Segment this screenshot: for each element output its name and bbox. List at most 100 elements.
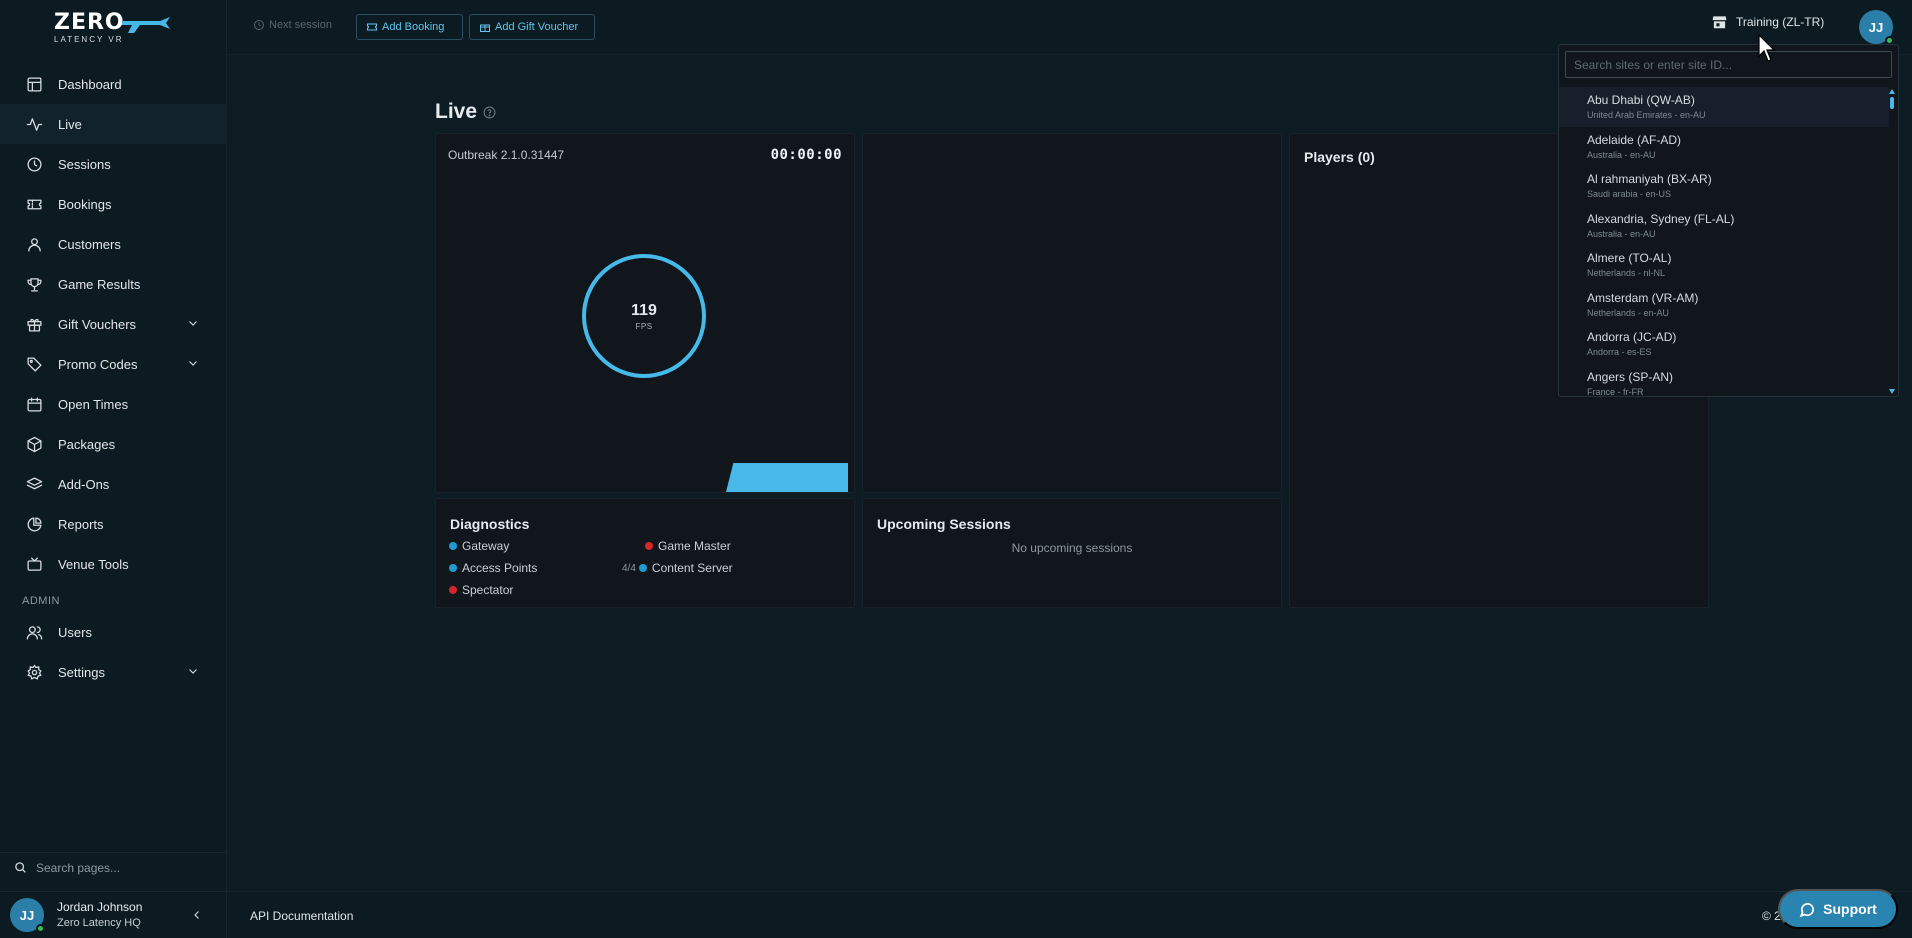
site-option-name: Almere (TO-AL) — [1587, 251, 1672, 265]
chevron-down-icon[interactable] — [187, 357, 199, 369]
help-icon[interactable] — [483, 106, 496, 119]
sidebar-item-label: Packages — [58, 436, 116, 452]
layers-icon — [25, 475, 43, 493]
site-dropdown: Abu Dhabi (QW-AB) United Arab Emirates - … — [1558, 44, 1899, 397]
sidebar-item-game-results[interactable]: Game Results — [0, 264, 227, 304]
sidebar-item-live[interactable]: Live — [0, 104, 227, 144]
online-status-dot — [36, 924, 45, 933]
diagnostic-label: Gateway — [462, 539, 510, 553]
activity-icon — [25, 115, 43, 133]
site-option[interactable]: Angers (SP-AN) France - fr-FR — [1559, 364, 1889, 397]
site-option-name: Adelaide (AF-AD) — [1587, 132, 1682, 147]
scroll-down-icon[interactable] — [1889, 389, 1895, 394]
sidebar-item-venue-tools[interactable]: Venue Tools — [0, 544, 227, 584]
sidebar-item-gift-vouchers[interactable]: Gift Vouchers — [0, 304, 227, 344]
page-title: Live — [435, 100, 496, 124]
level-indicator-shape — [726, 463, 848, 492]
diagnostic-gateway: Gateway — [449, 539, 509, 553]
site-option-name: Abu Dhabi (QW-AB) — [1587, 93, 1695, 107]
diagnostic-label: Game Master — [658, 539, 731, 553]
status-dot — [645, 542, 653, 550]
site-option-locale: Netherlands - nl-NL — [1587, 268, 1666, 278]
game-status-card: Outbreak 2.1.0.31447 00:00:00 119 FPS — [435, 133, 855, 493]
sidebar-item-reports[interactable]: Reports — [0, 504, 227, 544]
site-option[interactable]: Al rahmaniyah (BX-AR) Saudi arabia - en-U… — [1559, 166, 1889, 206]
site-option[interactable]: Amsterdam (VR-AM) Netherlands - en-AU — [1559, 285, 1889, 325]
diagnostic-label: Spectator — [462, 583, 514, 597]
sidebar-item-promo-codes[interactable]: Promo Codes — [0, 344, 227, 384]
site-selector[interactable]: Training (ZL-TR) — [1712, 15, 1824, 29]
diagnostic-label: Access Points — [462, 561, 538, 575]
sidebar-item-label: Add-Ons — [58, 476, 110, 492]
status-dot — [638, 564, 647, 572]
sidebar-item-add-ons[interactable]: Add-Ons — [0, 464, 227, 504]
search-icon — [15, 862, 26, 873]
diagnostic-content-server: 4/4 Content Server — [622, 561, 733, 575]
top-avatar[interactable]: JJ — [1859, 10, 1894, 45]
top-avatar-initials: JJ — [1868, 19, 1884, 35]
sidebar-item-customers[interactable]: Customers — [0, 224, 227, 264]
sidebar-item-open-times[interactable]: Open Times — [0, 384, 227, 424]
logo-plane-icon — [122, 17, 170, 33]
collapse-sidebar-icon[interactable] — [191, 909, 203, 921]
sidebar-item-dashboard[interactable]: Dashboard — [0, 64, 227, 104]
add-gift-voucher-button[interactable]: Add Gift Voucher — [469, 14, 595, 40]
preview-card — [862, 133, 1282, 493]
status-dot — [449, 564, 457, 572]
site-option[interactable]: Alexandria, Sydney (FL-AL) Australia - en… — [1559, 206, 1889, 246]
next-session-label: Next session — [269, 19, 332, 31]
fps-gauge: 119 FPS — [582, 254, 706, 378]
site-option-name: Angers (SP-AN) — [1587, 369, 1674, 384]
diagnostics-title: Diagnostics — [450, 516, 530, 532]
site-list-scrollbar[interactable] — [1889, 89, 1895, 394]
chevron-down-icon[interactable] — [187, 665, 199, 677]
gear-icon — [25, 663, 43, 681]
tv-icon — [25, 555, 43, 573]
site-option[interactable]: Adelaide (AF-AD) Australia - en-AU — [1559, 127, 1889, 167]
upcoming-sessions-title: Upcoming Sessions — [877, 516, 1011, 532]
site-option[interactable]: Andorra (JC-AD) Andorra - es-ES — [1559, 324, 1889, 364]
chevron-down-icon[interactable] — [187, 317, 199, 329]
sidebar-item-bookings[interactable]: Bookings — [0, 184, 227, 224]
site-option-name: Alexandria, Sydney (FL-AL) — [1587, 211, 1735, 226]
sidebar-item-packages[interactable]: Packages — [0, 424, 227, 464]
sidebar-item-sessions[interactable]: Sessions — [0, 144, 227, 184]
add-gift-voucher-label: Add Gift Voucher — [495, 21, 579, 33]
add-booking-button[interactable]: Add Booking — [356, 14, 463, 40]
ticket-icon — [367, 23, 377, 31]
sidebar-item-users[interactable]: Users — [0, 612, 227, 652]
api-documentation-link[interactable]: API Documentation — [250, 909, 353, 923]
gift-icon — [25, 315, 43, 333]
site-option-locale: Australia - en-AU — [1587, 149, 1656, 160]
site-option[interactable]: Abu Dhabi (QW-AB) United Arab Emirates - … — [1559, 87, 1889, 127]
site-option[interactable]: Almere (TO-AL) Netherlands - nl-NL — [1559, 245, 1889, 285]
user-profile[interactable]: JJ Jordan Johnson Zero Latency HQ — [0, 891, 227, 938]
scrollbar-thumb[interactable] — [1890, 97, 1894, 109]
sidebar-item-label: Open Times — [58, 396, 129, 412]
sidebar-item-settings[interactable]: Settings — [0, 652, 227, 692]
diagnostics-card: Diagnostics Gateway Game Master Access P… — [435, 498, 855, 608]
support-button[interactable]: Support — [1778, 889, 1898, 929]
site-option-locale: Netherlands - en-AU — [1587, 307, 1670, 318]
diagnostic-access-points: Access Points — [449, 561, 537, 575]
page-search-input[interactable] — [36, 860, 216, 875]
fps-value: 119 — [631, 301, 657, 319]
page-search — [0, 852, 227, 882]
pie-chart-icon — [25, 515, 43, 533]
store-icon — [1712, 16, 1727, 29]
site-option-locale: United Arab Emirates - en-AU — [1587, 110, 1706, 120]
site-search-input[interactable] — [1565, 51, 1892, 78]
box-icon — [25, 435, 43, 453]
status-dot — [449, 542, 457, 550]
add-booking-label: Add Booking — [382, 21, 445, 33]
no-upcoming-sessions-message: No upcoming sessions — [1011, 541, 1133, 555]
avatar[interactable]: JJ — [10, 898, 45, 933]
layout-icon — [25, 75, 43, 93]
site-list: Abu Dhabi (QW-AB) United Arab Emirates - … — [1559, 87, 1889, 396]
zero-latency-logo[interactable]: ZERO LATENCY VR — [54, 12, 170, 44]
site-option-locale: Saudi arabia - en-US — [1587, 189, 1672, 199]
admin-section-label: ADMIN — [22, 595, 60, 607]
diagnostic-count: 4/4 — [622, 562, 636, 574]
players-title: Players (0) — [1304, 149, 1375, 165]
scroll-up-icon[interactable] — [1889, 89, 1895, 94]
